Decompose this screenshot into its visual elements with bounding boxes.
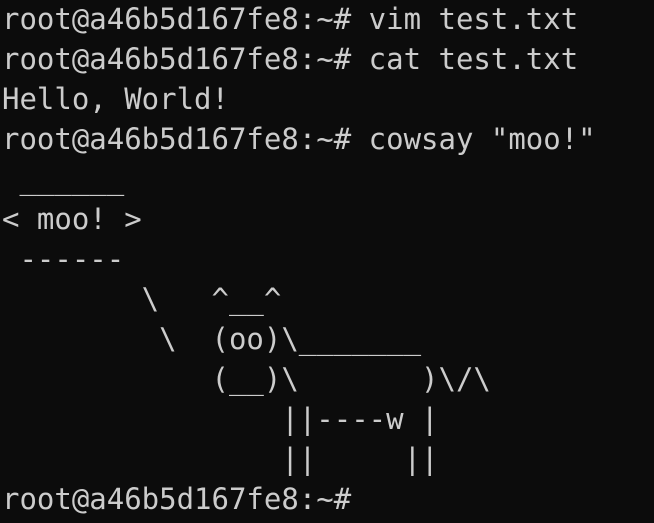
terminal-prompt-current[interactable]: root@a46b5d167fe8:~# [2,479,383,519]
cowsay-bubble-bottom: ------ [2,242,125,276]
cowsay-cow-line-1: \ ^__^ [2,282,282,316]
terminal-prompt-text: root@a46b5d167fe8:~# [2,482,369,516]
cowsay-bubble-text: < moo! > [2,202,142,236]
terminal-line-command-vim: root@a46b5d167fe8:~# vim test.txt [2,2,579,36]
cowsay-bubble-top: ______ [2,162,125,196]
cowsay-cow-line-4: ||----w | [2,402,439,436]
terminal-cursor [369,484,383,514]
terminal-line-command-cat: root@a46b5d167fe8:~# cat test.txt [2,42,579,76]
cowsay-cow-line-3: (__)\ )\/\ [2,362,491,396]
cowsay-cow-line-5: || || [2,442,439,476]
cowsay-cow-line-2: \ (oo)\_______ [2,322,422,356]
terminal-window[interactable]: root@a46b5d167fe8:~# vim test.txt root@a… [0,0,654,523]
terminal-line-output-hello: Hello, World! [2,82,229,116]
terminal-line-command-cowsay: root@a46b5d167fe8:~# cowsay "moo!" [2,122,596,156]
